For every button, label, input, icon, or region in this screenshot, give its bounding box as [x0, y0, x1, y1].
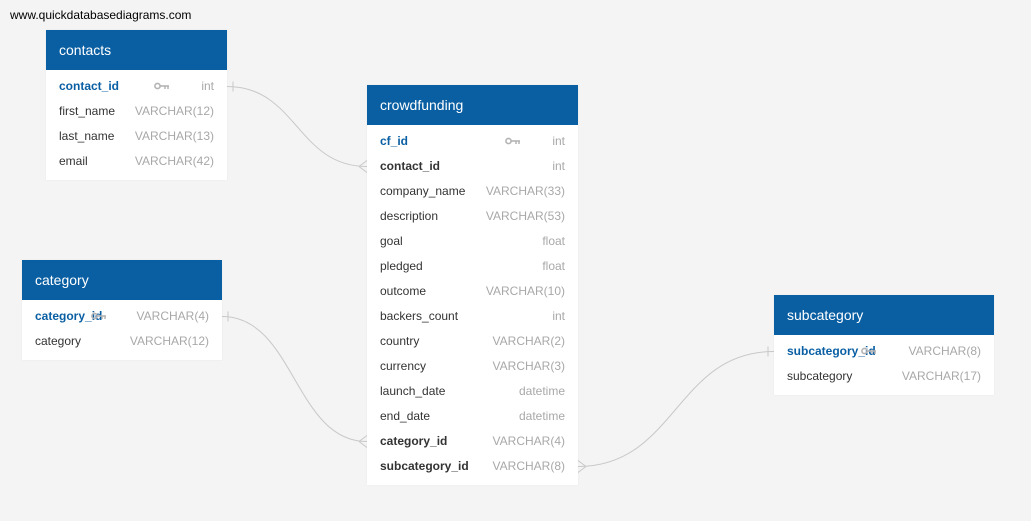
column-name: subcategory — [787, 369, 853, 383]
column-row[interactable]: contact_id int — [46, 74, 227, 99]
column-type: VARCHAR(13) — [134, 129, 214, 143]
column-type: int — [552, 159, 565, 173]
column-row[interactable]: category_id VARCHAR(4) — [22, 304, 222, 329]
key-icon — [154, 82, 169, 90]
column-row[interactable]: category_id VARCHAR(4) — [367, 429, 578, 454]
column-type: VARCHAR(3) — [492, 359, 565, 373]
key-icon — [861, 347, 876, 355]
column-row[interactable]: launch_date datetime — [367, 379, 578, 404]
many-marker — [358, 160, 368, 173]
column-type: VARCHAR(8) — [492, 459, 565, 473]
key-icon — [91, 312, 106, 320]
relationship-line — [577, 351, 775, 467]
column-list: cf_id int contact_id int company_name VARCHAR… — [367, 125, 578, 485]
column-row[interactable]: subcategory VARCHAR(17) — [774, 364, 994, 389]
column-type: VARCHAR(12) — [129, 334, 209, 348]
column-name: subcategory_id — [380, 459, 469, 473]
column-type: VARCHAR(17) — [901, 369, 981, 383]
column-name: goal — [380, 234, 403, 248]
column-type: VARCHAR(12) — [134, 104, 214, 118]
column-row[interactable]: end_date datetime — [367, 404, 578, 429]
table-header[interactable]: category — [22, 260, 222, 300]
column-row[interactable]: goal float — [367, 229, 578, 254]
site-url[interactable]: www.quickdatabasediagrams.com — [10, 8, 191, 22]
column-name: outcome — [380, 284, 427, 298]
column-type: VARCHAR(33) — [485, 184, 565, 198]
column-name: pledged — [380, 259, 423, 273]
column-type: VARCHAR(4) — [492, 434, 565, 448]
table-header[interactable]: contacts — [46, 30, 227, 70]
column-name: description — [380, 209, 439, 223]
column-type: float — [542, 234, 565, 248]
column-name: cf_id — [380, 134, 409, 148]
column-name: contact_id — [59, 79, 120, 93]
column-row[interactable]: first_name VARCHAR(12) — [46, 99, 227, 124]
column-row[interactable]: country VARCHAR(2) — [367, 329, 578, 354]
table-header[interactable]: subcategory — [774, 295, 994, 335]
column-type: int — [552, 309, 565, 323]
column-type: int — [552, 134, 565, 148]
table-category[interactable]: category category_id VARCHAR(4) category VA… — [22, 260, 222, 360]
column-row[interactable]: contact_id int — [367, 154, 578, 179]
table-subcategory[interactable]: subcategory subcategory_id VARCHAR(8) subc… — [774, 295, 994, 395]
column-name: first_name — [59, 104, 116, 118]
column-row[interactable]: description VARCHAR(53) — [367, 204, 578, 229]
column-name: contact_id — [380, 159, 441, 173]
column-type: datetime — [518, 384, 565, 398]
many-marker — [358, 435, 368, 448]
column-row[interactable]: subcategory_id VARCHAR(8) — [774, 339, 994, 364]
column-row[interactable]: backers_count int — [367, 304, 578, 329]
column-type: VARCHAR(10) — [485, 284, 565, 298]
column-type: datetime — [518, 409, 565, 423]
column-list: contact_id int first_name VARCHAR(12) last_n… — [46, 70, 227, 180]
relationship-line — [226, 86, 368, 167]
column-name: currency — [380, 359, 427, 373]
column-type: VARCHAR(8) — [908, 344, 981, 358]
column-row[interactable]: outcome VARCHAR(10) — [367, 279, 578, 304]
column-row[interactable]: currency VARCHAR(3) — [367, 354, 578, 379]
column-row[interactable]: company_name VARCHAR(33) — [367, 179, 578, 204]
table-header[interactable]: crowdfunding — [367, 85, 578, 125]
column-name: end_date — [380, 409, 431, 423]
table-crowdfunding[interactable]: crowdfunding cf_id int contact_id int compan… — [367, 85, 578, 485]
column-type: VARCHAR(4) — [136, 309, 209, 323]
column-name: email — [59, 154, 88, 168]
relationship-line — [221, 316, 368, 442]
column-row[interactable]: last_name VARCHAR(13) — [46, 124, 227, 149]
column-row[interactable]: pledged float — [367, 254, 578, 279]
key-icon — [505, 137, 520, 145]
column-row[interactable]: cf_id int — [367, 129, 578, 154]
column-row[interactable]: subcategory_id VARCHAR(8) — [367, 454, 578, 479]
column-row[interactable]: email VARCHAR(42) — [46, 149, 227, 174]
many-marker — [577, 460, 587, 473]
column-name: company_name — [380, 184, 466, 198]
column-name: category_id — [380, 434, 448, 448]
table-contacts[interactable]: contacts contact_id int first_name VARCHAR(… — [46, 30, 227, 180]
column-type: VARCHAR(53) — [485, 209, 565, 223]
column-list: category_id VARCHAR(4) category VARCHAR(12) — [22, 300, 222, 360]
column-type: int — [201, 79, 214, 93]
column-name: category — [35, 334, 82, 348]
column-row[interactable]: category VARCHAR(12) — [22, 329, 222, 354]
column-type: VARCHAR(42) — [134, 154, 214, 168]
column-name: last_name — [59, 129, 115, 143]
column-name: backers_count — [380, 309, 459, 323]
column-list: subcategory_id VARCHAR(8) subcategory VARCH… — [774, 335, 994, 395]
column-type: float — [542, 259, 565, 273]
column-name: launch_date — [380, 384, 446, 398]
column-name: country — [380, 334, 420, 348]
column-type: VARCHAR(2) — [492, 334, 565, 348]
